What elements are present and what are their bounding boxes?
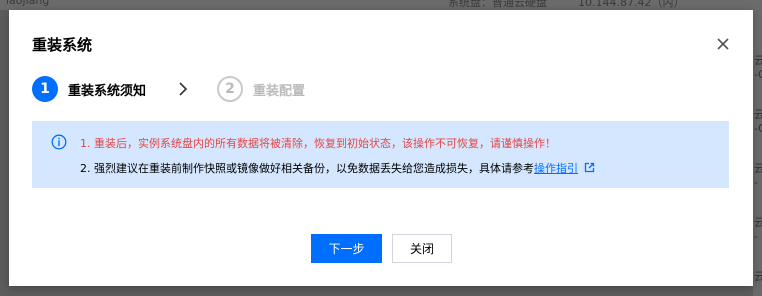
notice-warning-text: 1. 重装后，实例系统盘内的所有数据将被清除，恢复到初始状态，该操作不可恢复，请… (80, 137, 556, 150)
background-fragment: -C (754, 122, 762, 135)
next-step-button[interactable]: 下一步 (311, 234, 382, 263)
step-number-badge: 1 (32, 76, 58, 102)
background-instance-name: laojiang (6, 0, 50, 7)
dialog-title: 重装系统 (32, 36, 93, 54)
info-icon (51, 134, 67, 150)
background-fragment: -C (754, 68, 762, 81)
background-fragment: 云 (754, 54, 762, 67)
reinstall-system-dialog: 重装系统 1 重装系统须知 2 重装配置 1. 重装后，实例系统盘内的所有数据将… (9, 10, 753, 286)
external-link-icon[interactable] (584, 162, 595, 173)
close-button[interactable]: 关闭 (392, 234, 452, 263)
notice-backup-prefix: 2. 强烈建议在重装前制作快照或镜像做好相关备份，以免数据丢失给您造成损失，具体… (80, 162, 534, 175)
notice-box: 1. 重装后，实例系统盘内的所有数据将被清除，恢复到初始状态，该操作不可恢复，请… (32, 121, 729, 188)
step-reinstall-config: 2 重装配置 (217, 76, 305, 102)
background-fragment: - (754, 176, 758, 189)
background-fragment: 云 (754, 162, 762, 175)
background-fragment: - (754, 230, 758, 243)
step-number-badge: 2 (217, 76, 243, 102)
background-fragment: 云 (754, 216, 762, 229)
background-ip-address: 10.144.87.42（内） (578, 0, 685, 9)
step-label: 重装配置 (253, 83, 306, 99)
chevron-right-icon (179, 82, 188, 96)
background-fragment: 云 (754, 270, 762, 283)
operation-guide-link[interactable]: 操作指引 (534, 162, 578, 175)
background-header-strip: laojiang 系统盘：普通云硬盘 10.144.87.42（内） (0, 0, 762, 10)
background-disk-type: 系统盘：普通云硬盘 (448, 0, 547, 9)
step-reinstall-notice: 1 重装系统须知 (32, 76, 146, 102)
background-fragment: 云 (754, 108, 762, 121)
background-right-strip: 云 -C 云 -C 云 - 云 - 云 (753, 10, 762, 296)
close-icon[interactable] (716, 37, 730, 51)
notice-backup-text: 2. 强烈建议在重装前制作快照或镜像做好相关备份，以免数据丢失给您造成损失，具体… (80, 160, 595, 176)
step-label: 重装系统须知 (68, 83, 147, 99)
